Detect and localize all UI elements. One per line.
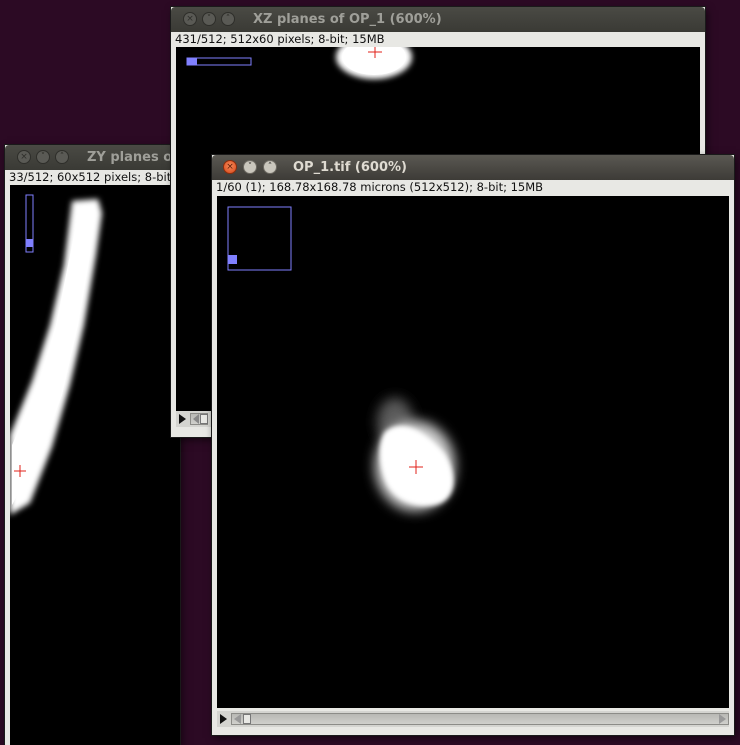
minimize-icon[interactable]: ˅ [243,160,257,174]
main-slice-slider[interactable] [231,713,729,725]
main-navigator [227,206,292,271]
maximize-icon[interactable]: ˄ [55,150,69,164]
main-image-svg [227,206,455,511]
xz-slice-slider[interactable] [190,413,208,425]
close-icon[interactable]: × [183,12,197,26]
zy-image-svg [10,194,102,515]
main-scrollbar[interactable] [217,711,729,727]
main-slider-thumb[interactable] [243,714,251,724]
scroll-left-icon[interactable] [234,714,241,724]
main-navigator-marker [228,255,237,264]
play-icon[interactable] [179,414,186,424]
scroll-right-icon[interactable] [719,714,726,724]
main-window-title: OP_1.tif (600%) [293,160,407,175]
zy-planes-window[interactable]: × ˅ ˄ ZY planes of OP_1 33/512; 60x512 p… [5,145,211,745]
maximize-icon[interactable]: ˄ [263,160,277,174]
minimize-icon[interactable]: ˅ [36,150,50,164]
zy-navigator-marker [26,239,33,247]
zy-window-title: ZY planes of OP_1 [87,150,177,165]
close-icon[interactable]: × [223,160,237,174]
minimize-icon[interactable]: ˅ [202,12,216,26]
xz-window-title: XZ planes of OP_1 (600%) [253,12,442,27]
main-titlebar[interactable]: × ˅ ˄ OP_1.tif (600%) [212,155,734,180]
close-icon[interactable]: × [17,150,31,164]
maximize-icon[interactable]: ˄ [221,12,235,26]
zy-titlebar[interactable]: × ˅ ˄ ZY planes of OP_1 [5,145,180,170]
xz-titlebar[interactable]: × ˅ ˄ XZ planes of OP_1 (600%) [171,7,705,32]
main-image-canvas[interactable] [217,196,729,708]
xz-slider-thumb[interactable] [200,414,208,424]
xz-navigator-marker [187,58,197,65]
play-icon[interactable] [220,714,227,724]
zy-image-canvas[interactable] [10,185,180,745]
xz-image-info: 431/512; 512x60 pixels; 8-bit; 15MB [175,32,385,46]
main-image-info: 1/60 (1); 168.78x168.78 microns (512x512… [216,180,544,194]
main-image-window[interactable]: × ˅ ˄ OP_1.tif (600%) 1/60 (1); 168.78x1… [212,155,734,735]
scroll-left-icon[interactable] [193,414,199,424]
